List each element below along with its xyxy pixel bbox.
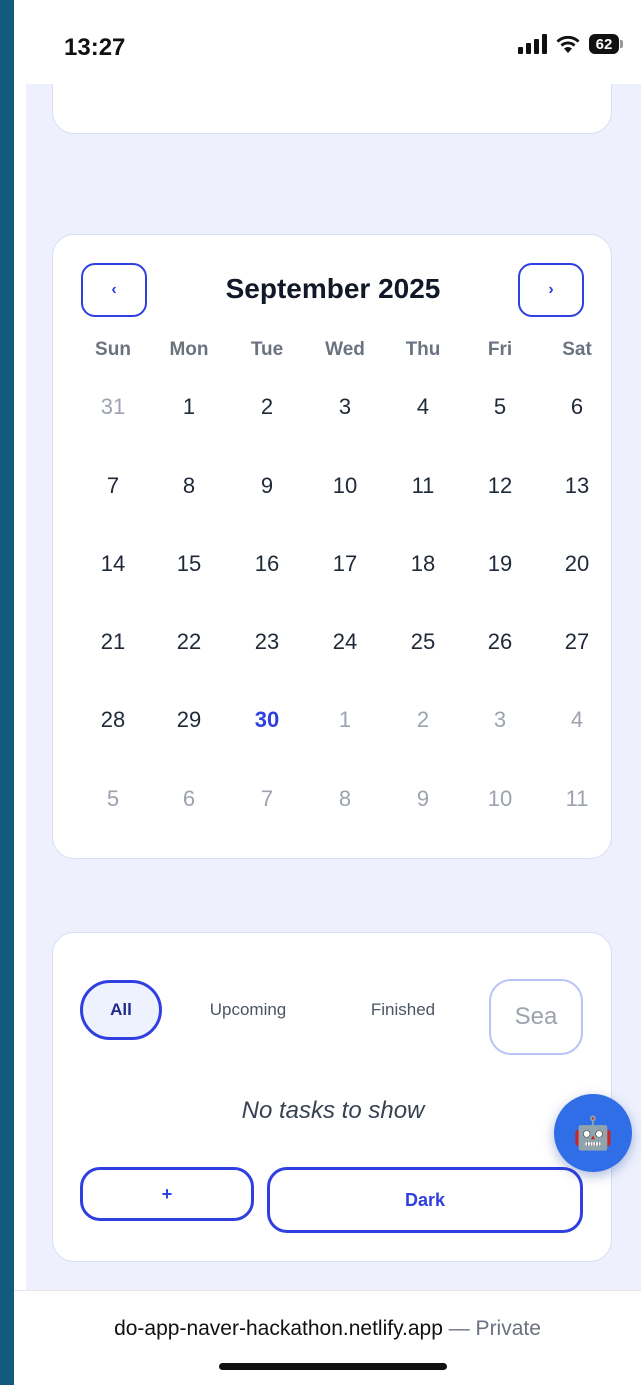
calendar-day[interactable]: 12	[465, 473, 535, 499]
cellular-signal-icon	[518, 34, 547, 54]
weekday-header: Tue	[250, 339, 284, 360]
calendar-day[interactable]: 10	[465, 786, 535, 812]
calendar-day[interactable]: 20	[542, 551, 612, 577]
robot-icon: 🤖	[573, 1115, 613, 1151]
status-time: 13:27	[64, 34, 126, 61]
home-indicator[interactable]	[219, 1363, 447, 1370]
page-content: ‹ September 2025 › Sun Mon Tue Wed Thu Fri Sat…	[26, 54, 641, 1290]
calendar-day[interactable]: 6	[542, 394, 612, 420]
battery-level: 62	[589, 34, 619, 54]
calendar-day[interactable]: 7	[232, 786, 302, 812]
url-private-label: — Private	[442, 1317, 541, 1340]
weekday-header: Thu	[405, 339, 441, 360]
calendar-day[interactable]: 5	[465, 394, 535, 420]
calendar-day[interactable]: 3	[465, 707, 535, 733]
calendar-day[interactable]: 2	[232, 394, 302, 420]
calendar-day[interactable]: 24	[310, 629, 380, 655]
wifi-icon	[556, 35, 580, 53]
calendar-day[interactable]: 22	[154, 629, 224, 655]
calendar-day[interactable]: 5	[78, 786, 148, 812]
calendar-day[interactable]: 19	[465, 551, 535, 577]
calendar-day[interactable]: 8	[154, 473, 224, 499]
calendar-day[interactable]: 3	[310, 394, 380, 420]
calendar-day[interactable]: 9	[232, 473, 302, 499]
tasks-card: All Upcoming Finished Sea No tasks to sh…	[52, 932, 612, 1262]
calendar-day[interactable]: 4	[542, 707, 612, 733]
battery-icon: 62	[589, 34, 623, 54]
status-icons: 62	[518, 34, 623, 54]
filter-finished-tab[interactable]: Finished	[353, 980, 453, 1040]
phone-screen: 13:27 62 ‹ September 2025 › Sun Mon Tue Wed	[14, 0, 641, 1385]
calendar-day[interactable]: 16	[232, 551, 302, 577]
calendar-day[interactable]: 18	[388, 551, 458, 577]
weekday-header: Fri	[487, 339, 513, 360]
assistant-fab-button[interactable]: 🤖	[554, 1094, 632, 1172]
calendar-grid: Sun Mon Tue Wed Thu Fri Sat 31 1 2 3 4 5 6 7 8 9 10 11 12 13…	[53, 235, 613, 860]
filter-upcoming-tab[interactable]: Upcoming	[193, 980, 303, 1040]
calendar-day[interactable]: 1	[310, 707, 380, 733]
add-task-button[interactable]: +	[80, 1167, 254, 1221]
calendar-day[interactable]: 25	[388, 629, 458, 655]
filter-all-tab[interactable]: All	[80, 980, 162, 1040]
calendar-day[interactable]: 26	[465, 629, 535, 655]
calendar-day[interactable]: 17	[310, 551, 380, 577]
calendar-card: ‹ September 2025 › Sun Mon Tue Wed Thu Fri Sat…	[52, 234, 612, 859]
weekday-header: Mon	[169, 339, 209, 360]
calendar-day[interactable]: 11	[542, 786, 612, 812]
browser-url-bar[interactable]: do-app-naver-hackathon.netlify.app — Pri…	[14, 1290, 641, 1385]
calendar-day[interactable]: 10	[310, 473, 380, 499]
calendar-day[interactable]: 9	[388, 786, 458, 812]
url-text: do-app-naver-hackathon.netlify.app — Pri…	[14, 1317, 641, 1341]
calendar-day[interactable]: 13	[542, 473, 612, 499]
calendar-day[interactable]: 7	[78, 473, 148, 499]
calendar-day[interactable]: 14	[78, 551, 148, 577]
weekday-header: Wed	[325, 339, 365, 360]
calendar-day[interactable]: 30	[232, 707, 302, 733]
weekday-header: Sun	[95, 339, 131, 360]
calendar-day[interactable]: 4	[388, 394, 458, 420]
calendar-day[interactable]: 1	[154, 394, 224, 420]
calendar-day[interactable]: 31	[78, 394, 148, 420]
calendar-day[interactable]: 21	[78, 629, 148, 655]
calendar-day[interactable]: 23	[232, 629, 302, 655]
dark-mode-button[interactable]: Dark	[267, 1167, 583, 1233]
calendar-day[interactable]: 28	[78, 707, 148, 733]
status-bar: 13:27 62	[14, 0, 641, 84]
weekday-header: Sat	[562, 339, 592, 360]
search-input[interactable]: Sea	[489, 979, 583, 1055]
calendar-day[interactable]: 15	[154, 551, 224, 577]
calendar-day[interactable]: 27	[542, 629, 612, 655]
calendar-day[interactable]: 8	[310, 786, 380, 812]
calendar-day[interactable]: 2	[388, 707, 458, 733]
calendar-day[interactable]: 11	[388, 473, 458, 499]
url-domain: do-app-naver-hackathon.netlify.app	[114, 1317, 443, 1340]
calendar-day[interactable]: 6	[154, 786, 224, 812]
empty-state-text: No tasks to show	[241, 1097, 425, 1124]
calendar-day[interactable]: 29	[154, 707, 224, 733]
left-background-strip	[0, 0, 14, 1385]
